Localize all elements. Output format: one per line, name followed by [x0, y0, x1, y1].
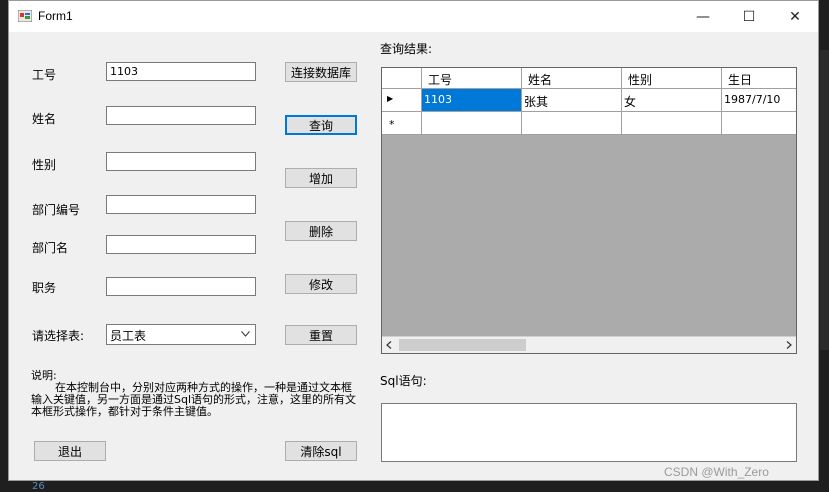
background-panel-strip: [820, 50, 829, 350]
scroll-left-icon[interactable]: [386, 341, 392, 349]
table-cell[interactable]: [722, 112, 796, 135]
gender-label: 性别: [32, 158, 57, 172]
column-header[interactable]: 工号: [422, 68, 522, 89]
exit-button[interactable]: 退出: [34, 441, 106, 461]
window-title: Form1: [38, 9, 73, 23]
sql-label: Sql语句:: [380, 374, 427, 388]
horizontal-scrollbar[interactable]: [382, 336, 796, 353]
column-header[interactable]: 姓名: [522, 68, 622, 89]
column-header[interactable]: 性别: [622, 68, 722, 89]
dept-name-input[interactable]: [106, 235, 256, 254]
table-cell[interactable]: [422, 112, 522, 135]
clear-sql-button[interactable]: 清除sql: [285, 441, 357, 461]
current-row-arrow-icon: ▶: [387, 94, 394, 103]
sql-textbox[interactable]: [381, 403, 797, 462]
emp-id-label: 工号: [32, 68, 57, 82]
modify-button[interactable]: 修改: [285, 274, 357, 294]
select-table-label: 请选择表:: [32, 329, 85, 343]
query-button[interactable]: 查询: [285, 115, 357, 135]
table-cell[interactable]: 1103: [422, 89, 522, 112]
background-line-number: 26: [32, 481, 45, 492]
minimize-button[interactable]: —: [680, 1, 726, 32]
scroll-right-icon[interactable]: [786, 341, 792, 349]
form-icon: [18, 10, 32, 22]
current-row-indicator[interactable]: ▶: [382, 89, 422, 112]
table-cell[interactable]: 1987/7/10: [722, 89, 796, 112]
main-window: Form1 — ☐ ✕ 工号 姓名 性别 部门编号 部门名 职务 请选择表: 1…: [8, 0, 819, 481]
dept-no-label: 部门编号: [32, 203, 81, 217]
dept-name-label: 部门名: [32, 241, 69, 255]
add-button[interactable]: 增加: [285, 168, 357, 188]
reset-button[interactable]: 重置: [285, 325, 357, 345]
column-header[interactable]: 生日: [722, 68, 796, 89]
new-row-marker: *: [389, 118, 395, 131]
emp-id-input[interactable]: 1103: [106, 62, 256, 81]
chevron-down-icon: [241, 331, 250, 337]
description: 说明: 在本控制台中，分别对应两种方式的操作，一种是通过文本框输入关键值，另一方…: [31, 370, 361, 418]
table-cell[interactable]: 女: [622, 89, 722, 112]
table-cell[interactable]: 张其: [522, 89, 622, 112]
dept-no-input[interactable]: [106, 195, 256, 214]
table-cell[interactable]: [522, 112, 622, 135]
description-body: 在本控制台中，分别对应两种方式的操作，一种是通过文本框输入关键值，另一方面是通过…: [31, 381, 357, 418]
position-input[interactable]: [106, 277, 256, 296]
title-bar: Form1 — ☐ ✕: [9, 1, 818, 32]
gender-input[interactable]: [106, 152, 256, 171]
connect-db-button[interactable]: 连接数据库: [285, 62, 357, 82]
results-label: 查询结果:: [380, 42, 433, 56]
scrollbar-thumb[interactable]: [399, 339, 526, 351]
watermark: CSDN @With_Zero: [664, 465, 769, 479]
position-label: 职务: [32, 281, 57, 295]
table-cell[interactable]: [622, 112, 722, 135]
name-label: 姓名: [32, 112, 57, 126]
new-row-indicator[interactable]: *: [382, 112, 422, 135]
table-select-value: 员工表: [110, 329, 147, 343]
close-button[interactable]: ✕: [772, 1, 818, 32]
results-grid[interactable]: 工号 姓名 性别 生日 ▶ 1103 张其 女 1987/7/10 *: [381, 67, 797, 354]
maximize-button[interactable]: ☐: [726, 1, 772, 32]
table-select[interactable]: 员工表: [106, 324, 256, 345]
name-input[interactable]: [106, 106, 256, 125]
delete-button[interactable]: 删除: [285, 221, 357, 241]
grid-corner-header: [382, 68, 422, 89]
